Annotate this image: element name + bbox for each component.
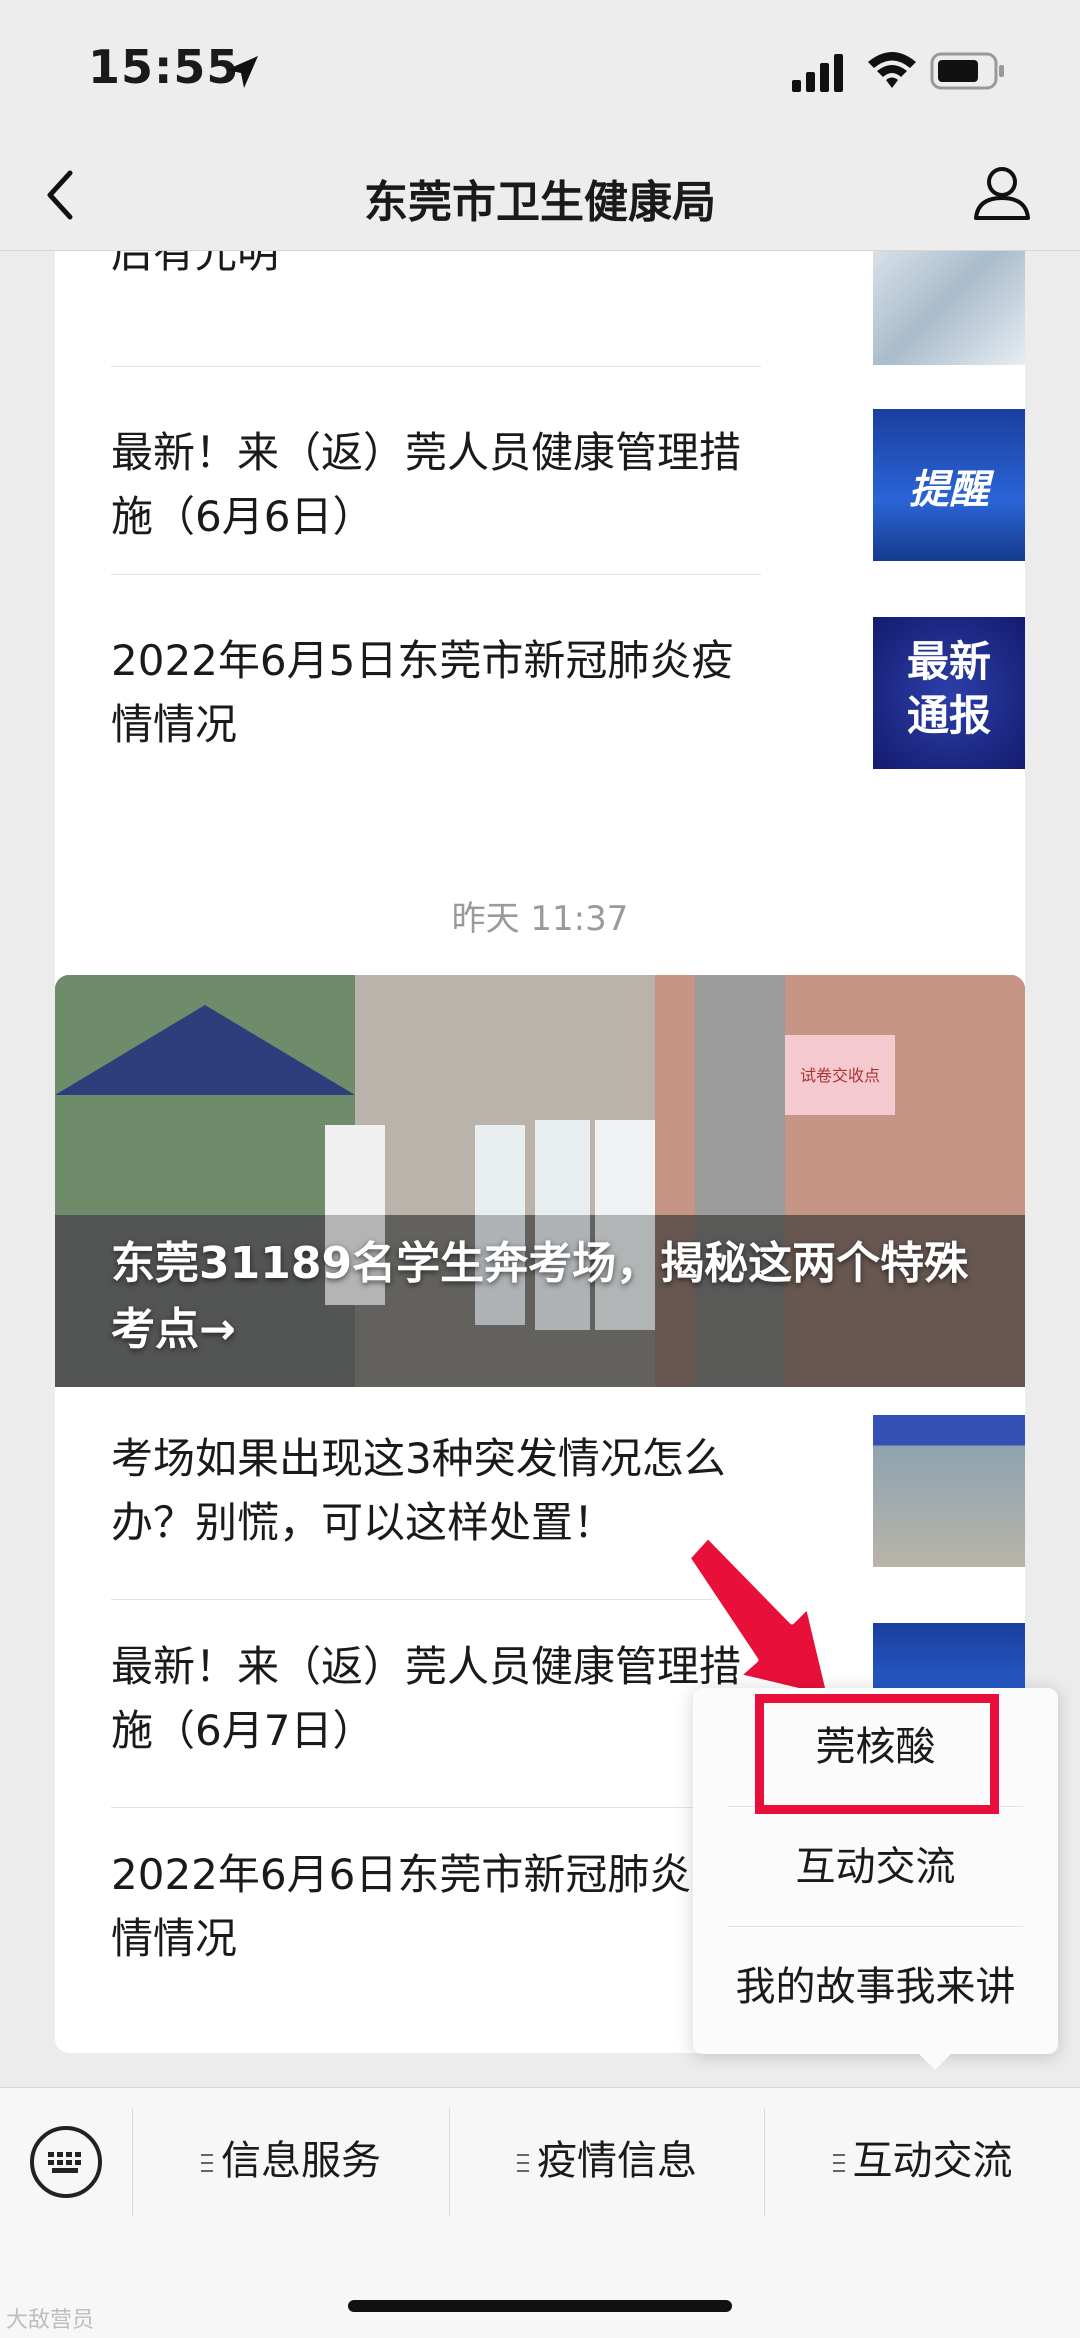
- article-card-top: · · · · · · · · · · · 后有光明 最新！来（返）莞人员健康管…: [55, 251, 1025, 1068]
- popup-item-my-story[interactable]: 我的故事我来讲: [693, 1928, 1058, 2046]
- hero-article[interactable]: 试卷交收点 东莞31189名学生奔考场，揭秘这两个特殊考点→: [55, 975, 1025, 1387]
- menu-item-label: 疫情信息: [537, 2138, 697, 2184]
- menu-lines-icon: [832, 2154, 845, 2172]
- article-title: 最新！来（返）莞人员健康管理措施（6月6日）: [111, 428, 742, 541]
- watermark: 大敌营员: [6, 2308, 95, 2333]
- cellular-signal-icon: [792, 54, 843, 92]
- article-thumbnail: [873, 1415, 1025, 1567]
- timestamp-label: 昨天 11:37: [451, 899, 629, 939]
- hero-title: 东莞31189名学生奔考场，揭秘这两个特殊考点→: [111, 1238, 969, 1355]
- article-thumbnail: [873, 251, 1025, 365]
- highlight-box: [755, 1694, 999, 1814]
- menu-item-label: 信息服务: [221, 2138, 381, 2184]
- hero-sign: 试卷交收点: [800, 1066, 880, 1085]
- thumbnail-label: 提醒: [909, 467, 989, 513]
- nav-bar: 东莞市卫生健康局: [0, 140, 1080, 251]
- article-thumbnail: 提醒: [873, 409, 1025, 561]
- divider: [111, 574, 761, 575]
- menu-item-label: 互动交流: [852, 2138, 1013, 2184]
- divider: [111, 366, 761, 367]
- menu-lines-icon: [201, 2154, 213, 2172]
- wifi-icon: [868, 52, 916, 88]
- article-title: 2022年6月5日东莞市新冠肺炎疫情情况: [111, 636, 734, 749]
- article-item[interactable]: · · · · · · · · · · · 后有光明: [111, 251, 1025, 365]
- status-bar: 15:55: [0, 0, 1080, 140]
- menu-lines-icon: [517, 2154, 529, 2172]
- article-item[interactable]: 考场如果出现这3种突发情况怎么办？别慌，可以这样处置！: [111, 1387, 1025, 1595]
- article-title: 2022年6月6日东莞市新冠肺炎疫情情况: [111, 1850, 734, 1963]
- page-title: 东莞市卫生健康局: [364, 177, 716, 228]
- menu-item-interaction[interactable]: 互动交流: [765, 2116, 1080, 2206]
- article-item[interactable]: 最新！来（返）莞人员健康管理措施（6月6日） 提醒: [111, 381, 1025, 589]
- article-title: 考场如果出现这3种突发情况怎么办？别慌，可以这样处置！: [111, 1434, 726, 1547]
- article-title: 最新！来（返）莞人员健康管理措施（6月7日）: [111, 1642, 742, 1755]
- menu-item-info-service[interactable]: 信息服务: [133, 2116, 449, 2206]
- article-title: · · · · · · · · · · · 后有光明: [111, 251, 280, 277]
- popup-item-interaction[interactable]: 互动交流: [693, 1808, 1058, 1926]
- menu-item-epidemic-info[interactable]: 疫情信息: [450, 2116, 764, 2206]
- thumbnail-label: 最新 通报: [906, 637, 991, 740]
- article-thumbnail: 最新 通报: [873, 617, 1025, 769]
- status-time: 15:55: [88, 40, 240, 94]
- location-arrow-icon: [226, 56, 258, 88]
- divider: [728, 1926, 1023, 1927]
- profile-icon[interactable]: [970, 160, 1034, 224]
- keyboard-icon[interactable]: [30, 2126, 102, 2198]
- home-indicator: [348, 2300, 732, 2312]
- red-arrow-annotation: [685, 1533, 833, 1701]
- article-item[interactable]: 2022年6月5日东莞市新冠肺炎疫情情况 最新 通报: [111, 589, 1025, 797]
- battery-icon: [930, 52, 1004, 90]
